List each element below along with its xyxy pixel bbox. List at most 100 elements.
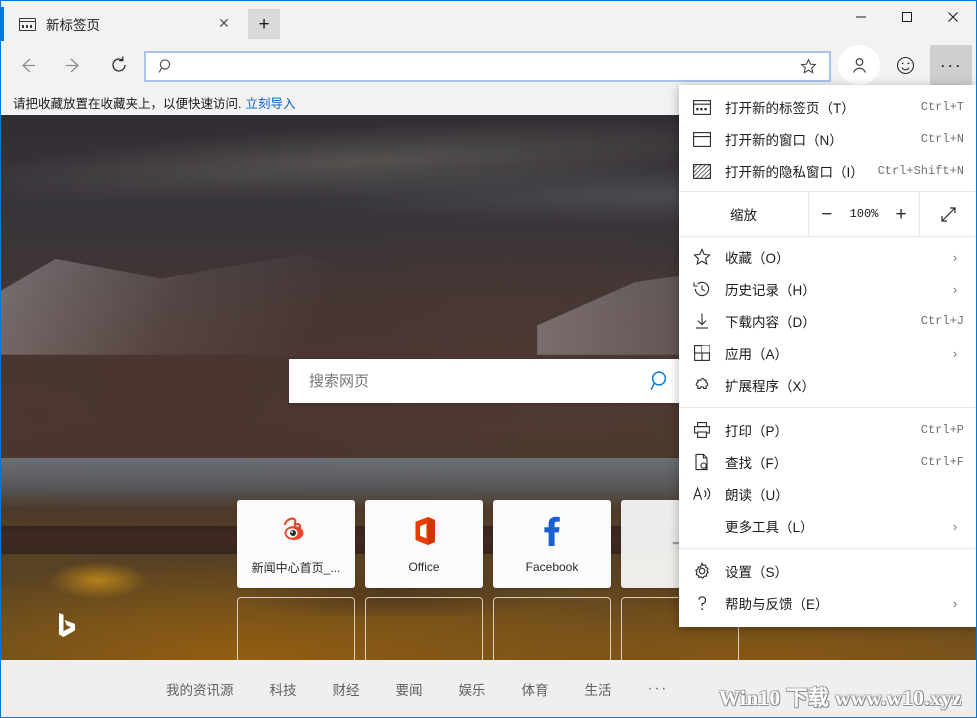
favorite-star-icon[interactable] xyxy=(800,58,817,75)
menu-item-inprivate-window[interactable]: 打开新的隐私窗口（I） Ctrl+Shift+N xyxy=(679,155,976,187)
window-controls xyxy=(838,1,976,33)
chevron-right-icon: › xyxy=(952,518,958,534)
empty-tile[interactable] xyxy=(493,597,611,660)
watermark-text: Win10 下载 www.w10.xyz xyxy=(719,686,962,710)
menu-item-extensions[interactable]: 扩展程序（X） xyxy=(679,369,976,401)
menu-item-label: 帮助与反馈（E） xyxy=(725,597,829,612)
menu-item-new-window[interactable]: 打开新的窗口（N） Ctrl+N xyxy=(679,123,976,155)
menu-item-label: 更多工具（L） xyxy=(725,520,814,535)
menu-item-downloads[interactable]: 下载内容（D） Ctrl+J xyxy=(679,305,976,337)
profile-button[interactable] xyxy=(838,45,880,85)
news-category-item[interactable]: 生活 xyxy=(585,679,612,699)
menu-item-label: 应用（A） xyxy=(725,347,789,362)
gear-icon xyxy=(679,562,725,580)
chevron-right-icon: › xyxy=(952,595,958,611)
menu-item-label: 历史记录（H） xyxy=(725,283,816,298)
shortcut-tile-label: 新闻中心首页_... xyxy=(251,560,341,575)
menu-item-new-tab[interactable]: 打开新的标签页（T） Ctrl+T xyxy=(679,91,976,123)
print-icon xyxy=(679,421,725,439)
forward-button[interactable] xyxy=(53,45,93,85)
find-icon xyxy=(679,453,725,471)
star-icon xyxy=(679,248,725,266)
page-search-input[interactable] xyxy=(309,372,635,390)
zoom-level-value: 100% xyxy=(849,207,879,221)
menu-item-apps[interactable]: 应用（A） › xyxy=(679,337,976,369)
toolbar-actions: ··· xyxy=(836,45,974,85)
menu-item-print[interactable]: 打印（P） Ctrl+P xyxy=(679,414,976,446)
chevron-right-icon: › xyxy=(952,249,958,265)
chevron-right-icon: › xyxy=(952,281,958,297)
feedback-smiley-button[interactable] xyxy=(884,45,926,85)
news-category-item[interactable]: 财经 xyxy=(333,679,360,699)
news-category-more-icon[interactable]: ··· xyxy=(648,680,668,697)
refresh-button[interactable] xyxy=(99,45,139,85)
new-tab-page-favicon-icon xyxy=(19,17,36,31)
menu-item-shortcut: Ctrl+F xyxy=(920,455,964,469)
shortcut-tile[interactable]: Office xyxy=(365,500,483,588)
menu-item-shortcut: Ctrl+Shift+N xyxy=(877,164,964,178)
menu-item-settings[interactable]: 设置（S） xyxy=(679,555,976,587)
back-button[interactable] xyxy=(7,45,47,85)
browser-tab[interactable]: 新标签页 ✕ xyxy=(1,7,242,41)
menu-item-label: 下载内容（D） xyxy=(725,315,816,330)
overflow-menu: 打开新的标签页（T） Ctrl+T 打开新的窗口（N） Ctrl+N 打开新的隐… xyxy=(679,85,976,627)
menu-item-find[interactable]: 查找（F） Ctrl+F xyxy=(679,446,976,478)
facebook-icon xyxy=(543,514,561,548)
empty-tile[interactable] xyxy=(237,597,355,660)
more-menu-button[interactable]: ··· xyxy=(930,45,972,85)
title-bar: 新标签页 ✕ + xyxy=(1,1,976,41)
shortcut-tile[interactable]: Facebook xyxy=(493,500,611,588)
menu-item-shortcut: Ctrl+T xyxy=(920,100,964,114)
menu-item-label: 打印（P） xyxy=(725,424,789,439)
menu-item-shortcut: Ctrl+P xyxy=(920,423,964,437)
zoom-out-button[interactable]: − xyxy=(814,205,840,224)
new-window-icon xyxy=(679,131,725,147)
menu-item-help-feedback[interactable]: 帮助与反馈（E） › xyxy=(679,587,976,619)
news-category-item[interactable]: 要闻 xyxy=(396,679,423,699)
import-favorites-link[interactable]: 立刻导入 xyxy=(245,93,295,112)
menu-item-shortcut: Ctrl+J xyxy=(920,314,964,328)
menu-item-more-tools[interactable]: 更多工具（L） › xyxy=(679,510,976,542)
new-tab-icon xyxy=(679,99,725,115)
more-dots-icon: ··· xyxy=(939,55,963,75)
fullscreen-button[interactable] xyxy=(920,192,976,236)
shortcut-tile-label: Office xyxy=(408,560,440,574)
news-category-item[interactable]: 体育 xyxy=(522,679,549,699)
menu-item-label: 扩展程序（X） xyxy=(725,379,816,394)
page-search-box[interactable] xyxy=(289,359,687,403)
address-bar[interactable] xyxy=(144,51,831,82)
address-input[interactable] xyxy=(183,59,800,74)
news-category-list: 我的资讯源 科技 财经 要闻 娱乐 体育 生活 ··· xyxy=(166,679,668,699)
close-button[interactable] xyxy=(930,1,976,33)
office-icon xyxy=(411,514,437,548)
tab-title: 新标签页 xyxy=(46,18,100,33)
menu-item-label: 收藏（O） xyxy=(725,251,790,266)
zoom-controls: − 100% + xyxy=(809,192,920,236)
news-category-item[interactable]: 科技 xyxy=(270,679,297,699)
download-icon xyxy=(679,312,725,330)
shortcut-tile-label: Facebook xyxy=(525,560,579,574)
empty-tile[interactable] xyxy=(365,597,483,660)
apps-icon xyxy=(679,344,725,362)
shortcut-tile[interactable]: 新闻中心首页_... xyxy=(237,500,355,588)
menu-item-read-aloud[interactable]: 朗读（U） xyxy=(679,478,976,510)
history-icon xyxy=(679,280,725,298)
news-category-item[interactable]: 我的资讯源 xyxy=(166,679,234,699)
menu-separator xyxy=(679,548,976,549)
menu-item-label: 打开新的窗口（N） xyxy=(725,133,843,148)
menu-item-favorites[interactable]: 收藏（O） › xyxy=(679,241,976,273)
search-icon xyxy=(158,58,175,75)
menu-item-label: 打开新的隐私窗口（I） xyxy=(725,165,864,180)
extension-icon xyxy=(679,376,725,394)
minimize-button[interactable] xyxy=(838,1,884,33)
tab-close-icon[interactable]: ✕ xyxy=(216,16,232,32)
menu-item-label: 设置（S） xyxy=(725,565,789,580)
zoom-in-button[interactable]: + xyxy=(888,205,914,224)
mountain-ridge-left xyxy=(1,254,547,355)
news-category-item[interactable]: 娱乐 xyxy=(459,679,486,699)
maximize-button[interactable] xyxy=(884,1,930,33)
chevron-right-icon: › xyxy=(952,345,958,361)
bing-logo[interactable] xyxy=(58,612,78,638)
menu-item-history[interactable]: 历史记录（H） › xyxy=(679,273,976,305)
new-tab-button[interactable]: + xyxy=(248,9,280,39)
